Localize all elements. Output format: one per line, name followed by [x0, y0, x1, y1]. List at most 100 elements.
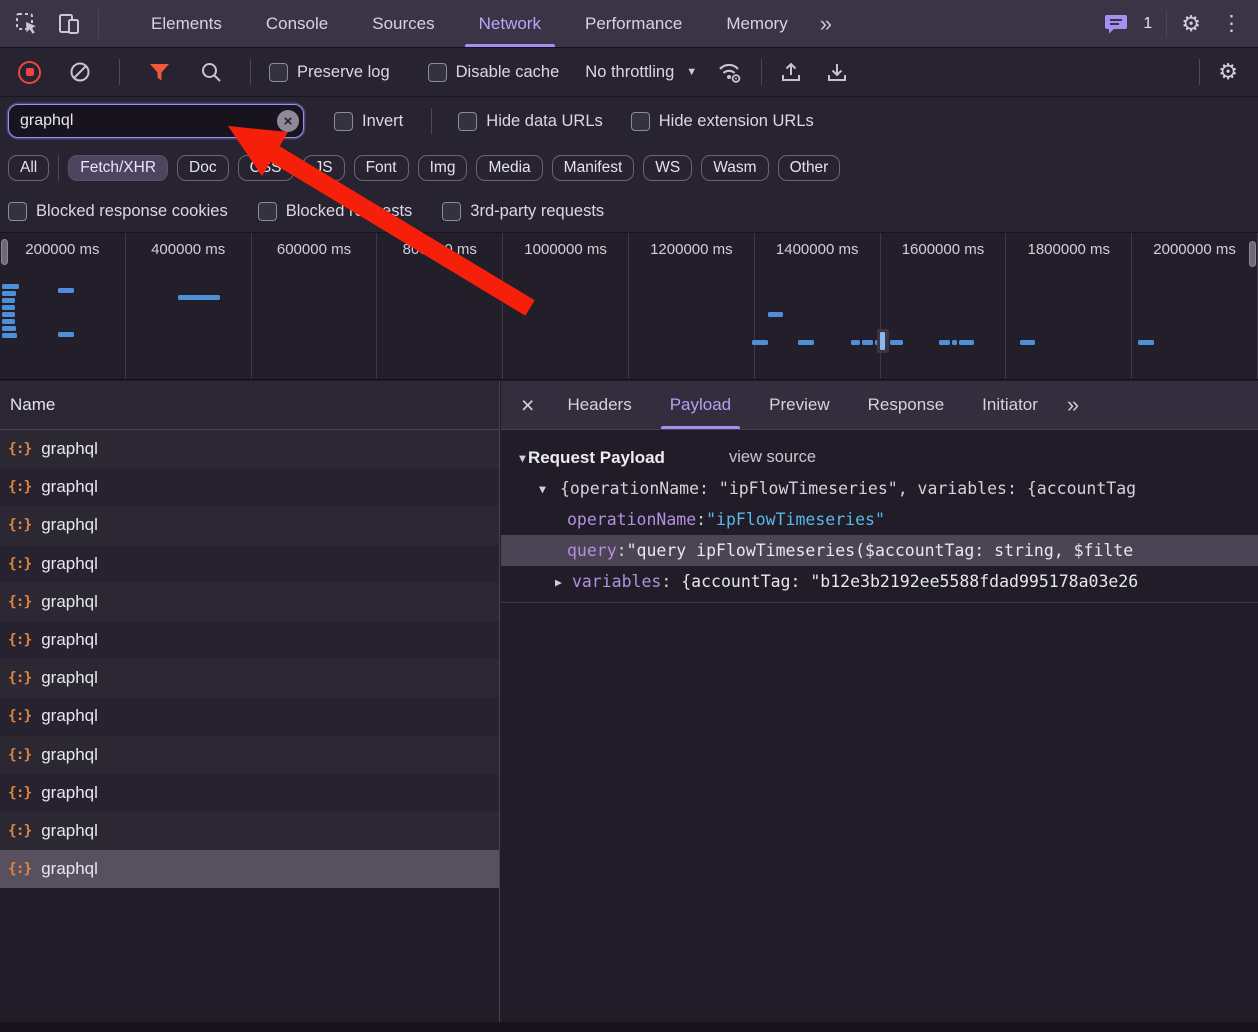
triangle-down-icon[interactable]: ▼ — [539, 482, 546, 496]
network-settings-gear-icon[interactable]: ⚙ — [1218, 61, 1238, 83]
clear-filter-icon[interactable]: × — [277, 110, 299, 132]
clear-network-log-icon[interactable] — [67, 59, 93, 85]
filter-chip-other[interactable]: Other — [778, 155, 841, 181]
network-filter-row: × Invert Hide data URLs Hide extension U… — [0, 97, 1258, 145]
device-toolbar-icon[interactable] — [56, 11, 82, 37]
filter-chip-js[interactable]: JS — [303, 155, 345, 181]
network-request-row[interactable]: {:}graphql — [0, 697, 499, 735]
blocked-response-cookies-checkbox[interactable]: Blocked response cookies — [8, 202, 228, 221]
timeline-column: 1200000 ms — [629, 233, 755, 379]
settings-gear-icon[interactable]: ⚙ — [1181, 13, 1201, 35]
checkbox-box[interactable] — [334, 112, 353, 131]
tab-sources[interactable]: Sources — [350, 0, 456, 47]
checkbox-box[interactable] — [442, 202, 461, 221]
details-tab-headers[interactable]: Headers — [548, 381, 650, 429]
network-request-row[interactable]: {:}graphql — [0, 774, 499, 812]
details-tab-initiator[interactable]: Initiator — [963, 381, 1057, 429]
issues-message-icon[interactable] — [1103, 11, 1129, 37]
details-tab-payload[interactable]: Payload — [651, 381, 750, 429]
json-separator: : — [661, 572, 681, 591]
filter-funnel-icon[interactable] — [146, 59, 172, 85]
network-request-row[interactable]: {:}graphql — [0, 468, 499, 506]
third-party-requests-checkbox[interactable]: 3rd-party requests — [442, 202, 604, 221]
filter-chip-font[interactable]: Font — [354, 155, 409, 181]
timeline-right-handle[interactable] — [1249, 241, 1256, 267]
preserve-log-checkbox[interactable]: Preserve log — [269, 63, 390, 82]
network-request-row[interactable]: {:}graphql — [0, 430, 499, 468]
network-conditions-icon[interactable] — [717, 59, 743, 85]
filter-input[interactable] — [8, 104, 304, 138]
tab-elements[interactable]: Elements — [129, 0, 244, 47]
triangle-right-icon[interactable]: ▶ — [555, 575, 562, 589]
name-column-header[interactable]: Name — [0, 381, 499, 430]
network-request-row[interactable]: {:}graphql — [0, 850, 499, 888]
devtools-tab-bar: ElementsConsoleSourcesNetworkPerformance… — [0, 0, 1258, 48]
filter-chip-fetch-xhr[interactable]: Fetch/XHR — [68, 155, 168, 181]
filter-chip-all[interactable]: All — [8, 155, 49, 181]
request-rows: {:}graphql{:}graphql{:}graphql{:}graphql… — [0, 430, 499, 888]
blocked-requests-checkbox[interactable]: Blocked requests — [258, 202, 413, 221]
import-har-icon[interactable] — [778, 59, 804, 85]
waterfall-bar — [2, 284, 19, 289]
network-overview-timeline[interactable]: 200000 ms400000 ms600000 ms800000 ms1000… — [0, 232, 1258, 380]
network-request-row[interactable]: {:}graphql — [0, 659, 499, 697]
search-icon[interactable] — [198, 59, 224, 85]
filter-chip-media[interactable]: Media — [476, 155, 542, 181]
triangle-down-icon[interactable]: ▼ — [519, 451, 526, 465]
view-source-link[interactable]: view source — [729, 448, 816, 467]
network-request-row[interactable]: {:}graphql — [0, 506, 499, 544]
invert-checkbox[interactable]: Invert — [334, 112, 403, 131]
tab-performance[interactable]: Performance — [563, 0, 704, 47]
checkbox-box[interactable] — [458, 112, 477, 131]
checkbox-box[interactable] — [269, 63, 288, 82]
request-name: graphql — [41, 630, 98, 650]
timeline-tick-label: 200000 ms — [25, 241, 99, 258]
record-network-log-button[interactable] — [18, 61, 41, 84]
timeline-tick-label: 1800000 ms — [1027, 241, 1110, 258]
close-details-icon[interactable]: × — [501, 381, 548, 429]
payload-operation-name-row[interactable]: operationName: "ipFlowTimeseries" — [501, 504, 1258, 535]
more-tabs-icon[interactable]: » — [810, 11, 842, 37]
network-request-row[interactable]: {:}graphql — [0, 545, 499, 583]
throttling-select[interactable]: No throttling ▼ — [585, 63, 697, 82]
tab-memory[interactable]: Memory — [704, 0, 809, 47]
filter-chip-wasm[interactable]: Wasm — [701, 155, 768, 181]
hide-extension-urls-checkbox[interactable]: Hide extension URLs — [631, 112, 814, 131]
network-request-row[interactable]: {:}graphql — [0, 736, 499, 774]
checkbox-box[interactable] — [8, 202, 27, 221]
network-request-row[interactable]: {:}graphql — [0, 583, 499, 621]
payload-root-node[interactable]: ▼ {operationName: "ipFlowTimeseries", va… — [501, 473, 1258, 504]
details-tab-response[interactable]: Response — [849, 381, 964, 429]
tab-console[interactable]: Console — [244, 0, 350, 47]
payload-variables-row[interactable]: ▶ variables: {accountTag: "b12e3b2192ee5… — [501, 566, 1258, 597]
checkbox-box[interactable] — [428, 63, 447, 82]
network-request-row[interactable]: {:}graphql — [0, 621, 499, 659]
details-more-tabs-icon[interactable]: » — [1057, 392, 1089, 418]
waterfall-bar — [2, 319, 15, 324]
tab-network[interactable]: Network — [457, 0, 563, 47]
issues-count: 1 — [1143, 15, 1152, 33]
filter-chip-ws[interactable]: WS — [643, 155, 692, 181]
divider — [501, 602, 1258, 603]
filter-chip-img[interactable]: Img — [418, 155, 468, 181]
checkbox-box[interactable] — [258, 202, 277, 221]
filter-chip-doc[interactable]: Doc — [177, 155, 229, 181]
request-name: graphql — [41, 706, 98, 726]
export-har-icon[interactable] — [824, 59, 850, 85]
filter-chip-manifest[interactable]: Manifest — [552, 155, 635, 181]
checkbox-box[interactable] — [631, 112, 650, 131]
inspect-element-icon[interactable] — [14, 11, 40, 37]
request-payload-section-header[interactable]: ▼ Request Payload view source — [501, 442, 1258, 473]
filter-chip-css[interactable]: CSS — [238, 155, 294, 181]
timeline-tick-label: 1000000 ms — [524, 241, 607, 258]
json-file-icon: {:} — [8, 670, 31, 686]
hide-data-urls-checkbox[interactable]: Hide data URLs — [458, 112, 602, 131]
details-tab-preview[interactable]: Preview — [750, 381, 848, 429]
more-options-icon[interactable]: ⋮ — [1215, 13, 1248, 34]
json-file-icon: {:} — [8, 861, 31, 877]
topbar-left-icons — [0, 10, 113, 38]
timeline-left-handle[interactable] — [1, 239, 8, 265]
payload-query-row[interactable]: query: "query ipFlowTimeseries($accountT… — [501, 535, 1258, 566]
disable-cache-checkbox[interactable]: Disable cache — [428, 63, 560, 82]
network-request-row[interactable]: {:}graphql — [0, 812, 499, 850]
